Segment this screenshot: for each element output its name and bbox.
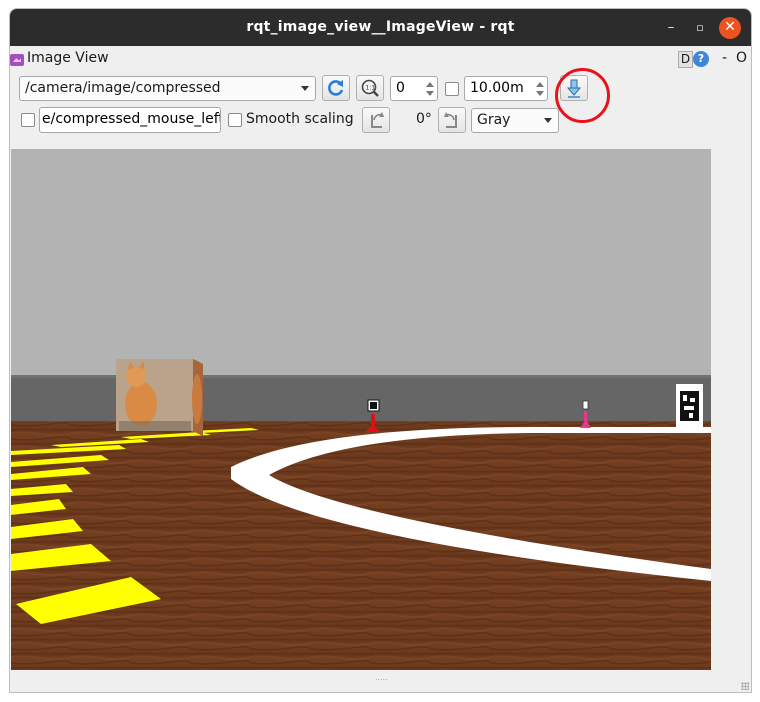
max-range-spinbox[interactable]: 10.00m (464, 76, 548, 101)
highlight-circle (555, 68, 610, 123)
spin-up-icon[interactable] (536, 82, 544, 87)
refresh-topics-button[interactable] (322, 75, 350, 101)
svg-text:1:1: 1:1 (365, 85, 375, 92)
sky (11, 149, 711, 377)
spin-up-icon[interactable] (426, 82, 434, 87)
smooth-scaling-checkbox[interactable] (228, 113, 242, 127)
max-range-value: 10.00m (470, 80, 524, 96)
color-scheme-combobox[interactable]: Gray (471, 108, 559, 133)
spin-down-icon[interactable] (426, 91, 434, 96)
zoom-spinbox[interactable]: 0 (390, 76, 438, 101)
help-icon[interactable]: ? (693, 51, 709, 67)
topic-combobox[interactable]: /camera/image/compressed (19, 76, 316, 101)
app-window: rqt_image_view__ImageView - rqt – ▫ ✕ Im… (9, 8, 752, 693)
maximize-button[interactable]: ▫ (689, 17, 711, 39)
image-viewport[interactable] (11, 149, 711, 670)
rotate-left-icon (371, 112, 384, 128)
dock-button[interactable]: D (678, 51, 693, 68)
minimize-button[interactable]: – (660, 17, 682, 39)
camera-image[interactable] (11, 149, 711, 670)
apriltag-board (676, 384, 703, 427)
minimize-plugin-button[interactable]: - (722, 50, 727, 66)
mouse-topic-input[interactable]: e/compressed_mouse_left (39, 107, 221, 133)
rotate-right-button[interactable] (438, 107, 466, 133)
zoom-fit-button[interactable]: 1:1 (356, 75, 384, 101)
mouse-topic-value: e/compressed_mouse_left (42, 111, 221, 127)
smooth-scaling-label[interactable]: Smooth scaling (246, 111, 354, 127)
close-plugin-button[interactable]: O (736, 50, 747, 66)
topic-value: /camera/image/compressed (25, 80, 221, 96)
color-scheme-value: Gray (477, 112, 511, 128)
zoom-fit-icon: 1:1 (361, 79, 379, 97)
title-bar[interactable]: rqt_image_view__ImageView - rqt – ▫ ✕ (10, 9, 751, 46)
rotation-label: 0° (416, 111, 432, 127)
zoom-spinbox-value: 0 (396, 80, 405, 96)
cat-box (116, 359, 203, 436)
splitter-grip[interactable]: ..... (375, 673, 388, 682)
resize-grip[interactable] (741, 682, 749, 690)
chevron-down-icon (301, 86, 309, 91)
window-title: rqt_image_view__ImageView - rqt (246, 19, 515, 35)
refresh-icon (328, 80, 344, 96)
image-view-plugin-icon (10, 54, 24, 66)
publish-mouse-checkbox[interactable] (21, 113, 35, 127)
plugin-title-bar: Image View D ? - O (10, 49, 751, 71)
rotate-right-icon (444, 112, 457, 128)
plugin-title: Image View (27, 50, 109, 66)
dynamic-range-checkbox[interactable] (445, 82, 459, 96)
close-button[interactable]: ✕ (719, 17, 741, 39)
spin-down-icon[interactable] (536, 91, 544, 96)
chevron-down-icon (544, 118, 552, 123)
rotate-left-button[interactable] (362, 107, 390, 133)
